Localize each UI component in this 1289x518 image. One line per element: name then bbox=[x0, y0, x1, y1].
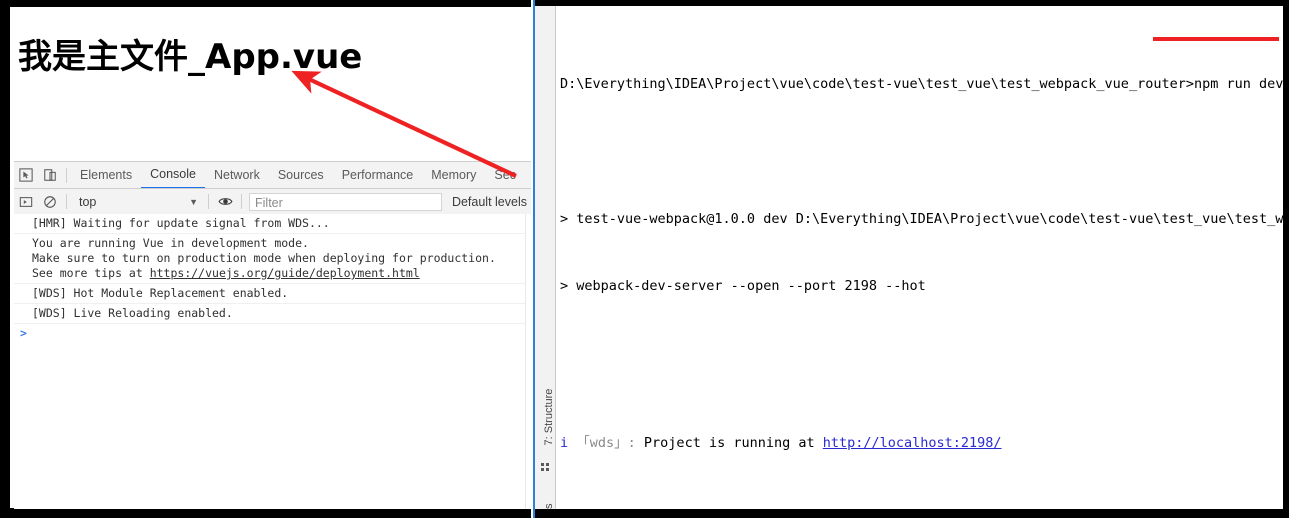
tab-network[interactable]: Network bbox=[205, 163, 269, 188]
devtools-panel: Elements Console Network Sources Perform… bbox=[14, 161, 531, 509]
wds-running-text: Project is running at bbox=[635, 434, 823, 451]
console-message-wds-hmr: [WDS] Hot Module Replacement enabled. bbox=[14, 284, 531, 304]
terminal-line-npm-package: > test-vue-webpack@1.0.0 dev D:\Everythi… bbox=[560, 210, 1283, 227]
browser-window: 我是主文件_App.vue Elements Console Network S… bbox=[0, 0, 531, 518]
tab-memory[interactable]: Memory bbox=[422, 163, 485, 188]
terminal-output[interactable]: D:\Everything\IDEA\Project\vue\code\test… bbox=[556, 6, 1283, 509]
terminal-line-npm-script: > webpack-dev-server --open --port 2198 … bbox=[560, 277, 926, 294]
terminal-border-right bbox=[1283, 0, 1289, 518]
console-message-wds-live: [WDS] Live Reloading enabled. bbox=[14, 304, 531, 324]
terminal-command: npm run dev bbox=[1193, 76, 1283, 93]
vue-dev-line-3-prefix: See more tips at bbox=[32, 266, 150, 280]
window-border-bottom bbox=[10, 508, 531, 518]
eye-icon[interactable] bbox=[213, 190, 237, 214]
rail-grid-icon[interactable] bbox=[541, 463, 549, 471]
log-levels-select[interactable]: Default levels bbox=[442, 195, 531, 209]
ide-terminal-window: 7: Structure ites D:\Everything\IDEA\Pro… bbox=[535, 0, 1289, 518]
devtools-tabbar: Elements Console Network Sources Perform… bbox=[14, 162, 531, 189]
execution-context-value: top bbox=[79, 194, 97, 209]
console-input-prompt[interactable]: > bbox=[14, 324, 531, 343]
tab-sources[interactable]: Sources bbox=[269, 163, 333, 188]
console-message-hmr: [HMR] Waiting for update signal from WDS… bbox=[14, 214, 531, 234]
toolbar-divider bbox=[66, 167, 67, 183]
vue-dev-line-2: Make sure to turn on production mode whe… bbox=[32, 251, 496, 265]
tab-performance[interactable]: Performance bbox=[333, 163, 423, 188]
window-border-top bbox=[10, 0, 531, 7]
ide-tool-window-rail: 7: Structure ites bbox=[535, 6, 556, 509]
terminal-line-blank-2 bbox=[556, 342, 1283, 364]
annotation-underline bbox=[1153, 37, 1279, 41]
execution-context-select[interactable]: top ▼ bbox=[71, 192, 204, 212]
vue-dev-line-1: You are running Vue in development mode. bbox=[32, 236, 309, 250]
vuejs-deployment-link[interactable]: https://vuejs.org/guide/deployment.html bbox=[150, 266, 420, 280]
terminal-border-bottom bbox=[535, 509, 1289, 518]
console-message-list[interactable]: [HMR] Waiting for update signal from WDS… bbox=[14, 214, 531, 509]
rail-button-favorites[interactable]: ites bbox=[543, 472, 555, 509]
rail-button-structure[interactable]: 7: Structure bbox=[543, 377, 555, 457]
localhost-url-link[interactable]: http://localhost:2198/ bbox=[823, 435, 1002, 451]
tab-console[interactable]: Console bbox=[141, 162, 205, 188]
info-icon: i bbox=[560, 434, 569, 451]
tab-elements[interactable]: Elements bbox=[71, 163, 141, 188]
console-message-vue-dev: You are running Vue in development mode.… bbox=[14, 234, 531, 284]
terminal-line-blank-1 bbox=[556, 140, 1283, 162]
terminal-line-prompt-command: D:\Everything\IDEA\Project\vue\code\test… bbox=[556, 73, 1283, 95]
terminal-cwd-prompt: D:\Everything\IDEA\Project\vue\code\test… bbox=[560, 76, 1194, 93]
chevron-down-icon: ▼ bbox=[189, 196, 198, 207]
device-toolbar-icon[interactable] bbox=[38, 163, 62, 187]
filterbar-divider-1 bbox=[66, 194, 67, 209]
console-sidebar-icon[interactable] bbox=[14, 190, 38, 214]
page-title: 我是主文件_App.vue bbox=[18, 37, 363, 77]
filterbar-divider-2 bbox=[208, 194, 209, 209]
console-filter-bar: top ▼ Filter Default levels bbox=[14, 189, 531, 215]
screenshot-root: 我是主文件_App.vue Elements Console Network S… bbox=[0, 0, 1289, 518]
tab-security[interactable]: Sec bbox=[485, 163, 525, 188]
inspect-element-icon[interactable] bbox=[14, 163, 38, 187]
window-border-left bbox=[0, 0, 10, 518]
clear-console-icon[interactable] bbox=[38, 190, 62, 214]
filter-input[interactable]: Filter bbox=[249, 192, 442, 211]
terminal-line-wds-running: i 「wds」: Project is running at http://lo… bbox=[556, 432, 1283, 454]
wds-tag: 「wds」: bbox=[576, 434, 636, 451]
filterbar-divider-3 bbox=[241, 194, 242, 209]
